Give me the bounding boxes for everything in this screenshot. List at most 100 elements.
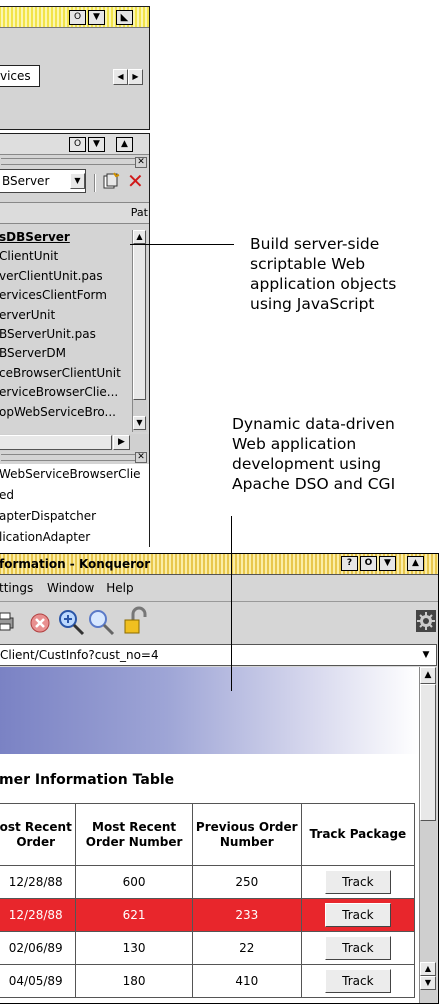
tree-item[interactable]: erviceBrowserClie... [0, 383, 133, 402]
scroll-up-icon[interactable]: ▲ [420, 667, 436, 684]
column-header[interactable]: Pat [0, 202, 149, 224]
chevron-down-icon[interactable]: ▼ [70, 173, 85, 189]
project-window-titlebar[interactable]: O ▼ ◣ [0, 7, 149, 28]
konqueror-titlebar[interactable]: formation - Konqueror ? O ▼ ▲ [0, 554, 438, 575]
konqueror-logo-icon [416, 610, 436, 632]
window-menu-button[interactable]: ▼ [88, 10, 105, 25]
callout-javascript: Build server-side scriptable Web applica… [250, 235, 397, 313]
page-title: mer Information Table [0, 772, 175, 788]
scroll-down-icon[interactable]: ▼ [420, 976, 436, 990]
project-manager-window: O ▼ ▲ ✕ BServer ▼ ✕ Pat sDBServer Client… [0, 133, 150, 548]
header-recent-order-number: Most Recent Order Number [75, 803, 193, 866]
track-button[interactable]: Track [324, 969, 391, 993]
tree-item[interactable]: ceBrowserClientUnit [0, 364, 133, 383]
panel-close-icon[interactable]: ✕ [135, 452, 147, 463]
toolbar-grip[interactable] [1, 158, 135, 165]
list-item[interactable]: ed [0, 485, 149, 506]
cell-track: Track [300, 865, 416, 899]
toolbar-divider [94, 174, 96, 192]
tree-scrollbar[interactable]: ▲ ▼ [132, 230, 147, 432]
tree-item[interactable]: opWebServiceBro... [0, 403, 133, 422]
tab-scroll-right-icon[interactable]: ▶ [128, 69, 143, 85]
scroll-right-icon[interactable]: ▶ [113, 435, 130, 450]
window-maximize-button[interactable]: ▲ [116, 137, 133, 152]
web-page: mer Information Table ost Recent Order M… [0, 667, 419, 1003]
callout-line-2 [231, 516, 232, 691]
cell-recent-order-number: 600 [75, 865, 193, 899]
tree-item[interactable]: BServerDM [0, 344, 133, 363]
list-item[interactable]: apterDispatcher [0, 506, 149, 527]
zoom-in-icon[interactable] [57, 608, 85, 636]
chevron-down-icon[interactable]: ▼ [418, 647, 434, 663]
window-minimize-button[interactable]: O [69, 137, 86, 152]
track-button[interactable]: Track [324, 870, 391, 894]
menu-window[interactable]: Window [47, 581, 94, 595]
track-button[interactable]: Track [324, 903, 391, 927]
table-row: 12/28/88 621 233 Track [0, 898, 416, 932]
konqueror-window: formation - Konqueror ? O ▼ ▲ ttings Win… [0, 553, 439, 1004]
cell-previous-order-number: 22 [191, 931, 302, 965]
header-track-package: Track Package [300, 803, 416, 866]
cell-previous-order-number: 250 [191, 865, 302, 899]
callout-apache-dso: Dynamic data-driven Web application deve… [232, 415, 396, 493]
window-maximize-button[interactable]: ◣ [116, 10, 133, 25]
cell-track: Track [300, 964, 416, 998]
project-tree: sDBServer ClientUnit verClientUnit.pas e… [0, 228, 133, 436]
cell-order-date: 12/28/88 [0, 865, 77, 899]
tree-item[interactable]: BServerUnit.pas [0, 325, 133, 344]
list-item[interactable]: WebServiceBrowserClie [0, 464, 149, 485]
scrollbar-thumb[interactable] [133, 244, 146, 400]
scroll-down-icon[interactable]: ▼ [133, 416, 146, 430]
header-previous-order-number: Previous Order Number [191, 803, 302, 866]
menu-settings[interactable]: ttings [0, 581, 33, 595]
component-list: WebServiceBrowserClie ed apterDispatcher… [0, 464, 149, 548]
hscroll-thumb[interactable] [0, 435, 112, 450]
tree-item[interactable]: ervicesClientForm [0, 286, 133, 305]
window-menu-button[interactable]: ▼ [88, 137, 105, 152]
help-button[interactable]: ? [341, 556, 358, 571]
cell-track: Track [300, 931, 416, 965]
remove-icon[interactable]: ✕ [127, 171, 145, 191]
window-title: formation - Konqueror [0, 557, 151, 571]
window-minimize-button[interactable]: O [360, 556, 377, 571]
print-icon[interactable] [0, 610, 17, 632]
project-select[interactable]: BServer ▼ [0, 169, 86, 193]
table-row: 04/05/89 180 410 Track [0, 964, 416, 998]
tree-hscrollbar[interactable]: ▶ [0, 434, 149, 451]
new-item-icon[interactable] [102, 172, 120, 190]
tree-item[interactable]: erverUnit [0, 306, 133, 325]
main-toolbar [0, 601, 438, 643]
security-lock-icon[interactable] [123, 606, 147, 636]
tree-item[interactable]: verClientUnit.pas [0, 267, 133, 286]
scroll-up-icon[interactable]: ▲ [420, 962, 436, 976]
scrollbar-thumb[interactable] [420, 684, 436, 821]
window-minimize-button[interactable]: O [69, 10, 86, 25]
customer-table: ost Recent Order Most Recent Order Numbe… [0, 803, 416, 998]
header-most-recent-order: ost Recent Order [0, 803, 77, 866]
tab-scroll-arrows: ◀ ▶ [113, 69, 143, 85]
cell-recent-order-number: 130 [75, 931, 193, 965]
page-scrollbar[interactable]: ▲ ▲ ▼ [419, 667, 437, 1003]
panel-close-icon[interactable]: ✕ [135, 157, 147, 168]
project-manager-titlebar[interactable]: O ▼ ▲ [0, 134, 149, 155]
track-button[interactable]: Track [324, 936, 391, 960]
location-field[interactable]: Client/CustInfo?cust_no=4 ▼ [0, 644, 437, 666]
tab-services[interactable]: vices [0, 65, 40, 87]
cell-recent-order-number: 621 [75, 898, 193, 932]
panel-grip[interactable] [1, 454, 135, 461]
list-item[interactable]: licationAdapter [0, 527, 149, 548]
window-maximize-button[interactable]: ▲ [407, 556, 424, 571]
cell-previous-order-number: 410 [191, 964, 302, 998]
window-menu-button[interactable]: ▼ [379, 556, 396, 571]
tab-scroll-left-icon[interactable]: ◀ [113, 69, 128, 85]
cell-recent-order-number: 180 [75, 964, 193, 998]
table-row: 12/28/88 600 250 Track [0, 865, 416, 899]
zoom-out-icon[interactable] [87, 608, 115, 636]
stop-icon[interactable] [29, 612, 51, 634]
cell-order-date: 02/06/89 [0, 931, 77, 965]
tree-item[interactable]: ClientUnit [0, 247, 133, 266]
menu-help[interactable]: Help [106, 581, 133, 595]
tree-item[interactable]: sDBServer [0, 228, 133, 247]
cell-previous-order-number: 233 [191, 898, 302, 932]
scroll-up-icon[interactable]: ▲ [133, 230, 146, 244]
